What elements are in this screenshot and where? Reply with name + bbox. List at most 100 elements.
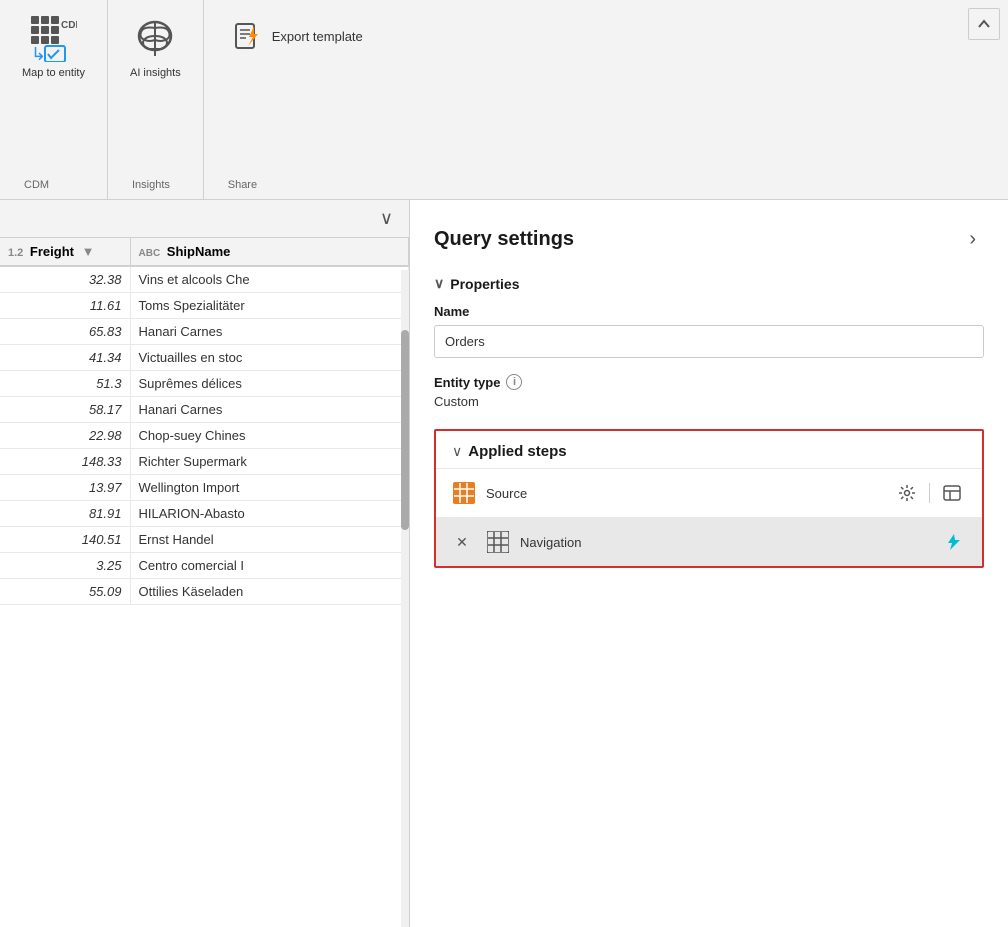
applied-steps-title: Applied steps [468,443,566,460]
source-step-icon [452,481,476,505]
toolbar: CDM ↳ Map to entity CDM [0,0,1008,200]
table-row: 32.38 Vins et alcools Che [0,266,409,293]
entity-type-label: Entity type i [434,374,984,390]
query-panel-expand-button[interactable]: › [961,224,984,255]
navigation-delete-button[interactable]: ✕ [452,532,472,552]
freight-cell: 140.51 [0,527,130,553]
freight-column-header[interactable]: 1.2 Freight ▼ [0,238,130,266]
toolbar-cdm-section: CDM ↳ Map to entity CDM [0,0,108,199]
shipname-cell: Hanari Carnes [130,397,409,423]
query-settings-title: Query settings [434,228,574,251]
navigation-step-icon [486,530,510,554]
freight-cell: 55.09 [0,579,130,605]
shipname-cell: Toms Spezialitäter [130,293,409,319]
query-settings-panel: Query settings › ∨ Properties Name Entit… [410,200,1008,927]
query-panel-header: Query settings › [434,224,984,255]
toolbar-collapse-button[interactable] [968,8,1000,40]
data-table-container: 1.2 Freight ▼ ABC ShipName 32.38 Vins et… [0,238,409,927]
entity-type-text: Entity type [434,375,500,390]
navigation-step-name: Navigation [520,535,928,550]
step-source-row[interactable]: Source [436,468,982,517]
data-panel: ∨ 1.2 Freight ▼ ABC ShipName [0,200,410,927]
shipname-cell: Suprêmes délices [130,371,409,397]
toolbar-share-section: Export template Share [204,0,391,199]
freight-cell: 11.61 [0,293,130,319]
ai-insights-label: AI insights [130,66,181,80]
table-row: 140.51 Ernst Handel [0,527,409,553]
applied-steps-chevron-icon[interactable]: ∨ [452,443,462,460]
applied-steps-header: ∨ Applied steps [436,431,982,468]
shipname-cell: Victuailles en stoc [130,345,409,371]
shipname-column-header[interactable]: ABC ShipName [130,238,409,266]
shipname-cell: Hanari Carnes [130,319,409,345]
source-step-actions [893,479,966,507]
properties-section-title: ∨ Properties [434,275,984,292]
applied-steps-section: ∨ Applied steps Source [434,429,984,568]
navigation-step-actions [938,528,966,556]
table-row: 65.83 Hanari Carnes [0,319,409,345]
freight-type-icon: 1.2 [8,247,23,259]
shipname-cell: Ottilies Käseladen [130,579,409,605]
table-row: 3.25 Centro comercial I [0,553,409,579]
share-section-label: Share [216,175,269,195]
freight-cell: 41.34 [0,345,130,371]
shipname-cell: HILARION-Abasto [130,501,409,527]
freight-dropdown-icon[interactable]: ▼ [82,244,95,259]
shipname-cell: Richter Supermark [130,449,409,475]
source-step-name: Source [486,486,883,501]
export-template-icon [232,20,264,52]
shipname-cell: Centro comercial I [130,553,409,579]
freight-cell: 3.25 [0,553,130,579]
shipname-cell: Ernst Handel [130,527,409,553]
freight-col-label: Freight [30,244,74,259]
properties-section: ∨ Properties Name Entity type i Custom [434,275,984,409]
data-panel-collapse-button[interactable]: ∨ [372,206,401,231]
shipname-cell: Wellington Import [130,475,409,501]
toolbar-insights-section: AI insights Insights [108,0,204,199]
map-to-entity-button[interactable]: CDM ↳ Map to entity [12,8,95,86]
freight-cell: 81.91 [0,501,130,527]
table-row: 13.97 Wellington Import [0,475,409,501]
properties-label: Properties [450,276,519,292]
freight-cell: 22.98 [0,423,130,449]
cdm-section-label: CDM [12,175,61,195]
shipname-cell: Vins et alcools Che [130,266,409,293]
freight-cell: 13.97 [0,475,130,501]
svg-text:CDM: CDM [61,20,77,31]
toolbar-right [960,0,1008,199]
freight-cell: 51.3 [0,371,130,397]
table-row: 51.3 Suprêmes délices [0,371,409,397]
shipname-cell: Chop-suey Chines [130,423,409,449]
main-content: ∨ 1.2 Freight ▼ ABC ShipName [0,200,1008,927]
export-template-label: Export template [272,29,363,44]
table-row: 41.34 Victuailles en stoc [0,345,409,371]
export-template-button[interactable]: Export template [216,12,379,60]
vertical-scrollbar-track [401,270,409,927]
ai-insights-button[interactable]: AI insights [120,8,191,86]
table-row: 58.17 Hanari Carnes [0,397,409,423]
entity-type-info-icon[interactable]: i [506,374,522,390]
ai-insights-icon [131,14,179,62]
data-panel-header: ∨ [0,200,409,238]
map-to-entity-icon: CDM ↳ [29,14,77,62]
table-row: 81.91 HILARION-Abasto [0,501,409,527]
navigation-lightning-button[interactable] [938,528,966,556]
svg-text:↳: ↳ [31,44,46,62]
name-field-label: Name [434,304,984,319]
name-field-input[interactable] [434,325,984,358]
step-navigation-row[interactable]: ✕ Navigation [436,517,982,566]
shipname-col-label: ShipName [167,244,231,259]
table-row: 148.33 Richter Supermark [0,449,409,475]
freight-cell: 58.17 [0,397,130,423]
source-view-button[interactable] [938,479,966,507]
vertical-scrollbar-thumb[interactable] [401,330,409,530]
insights-section-label: Insights [120,175,182,195]
source-settings-button[interactable] [893,479,921,507]
map-to-entity-label: Map to entity [22,66,85,80]
table-row: 22.98 Chop-suey Chines [0,423,409,449]
table-row: 55.09 Ottilies Käseladen [0,579,409,605]
shipname-type-icon: ABC [139,248,161,259]
source-divider [929,483,930,503]
freight-cell: 148.33 [0,449,130,475]
properties-chevron-icon[interactable]: ∨ [434,275,444,292]
